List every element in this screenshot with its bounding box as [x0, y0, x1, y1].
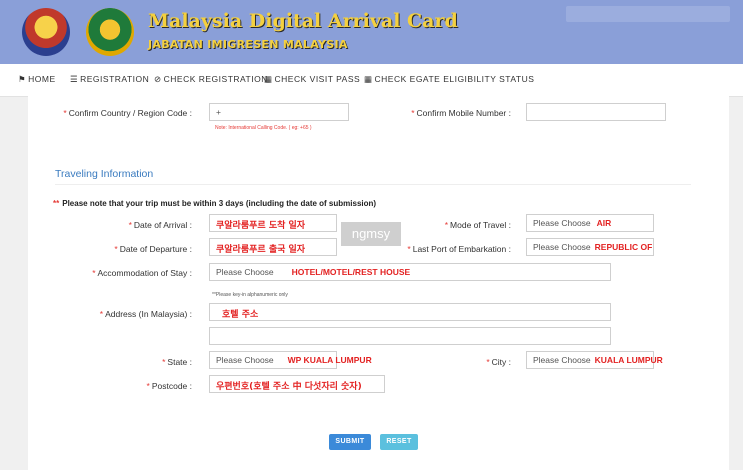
postcode-label: * Postcode : [146, 381, 192, 391]
address-label: * Address (In Malaysia) : [99, 309, 192, 319]
calendar-icon: ▦ [264, 74, 273, 84]
form-panel [28, 96, 729, 470]
port-label: * Last Port of Embarkation : [407, 244, 511, 254]
confirm-country-label: * Confirm Country / Region Code : [63, 108, 192, 118]
accommodation-label: * Accommodation of Stay : [92, 268, 192, 278]
header-search-box[interactable] [566, 6, 730, 22]
departure-date-input[interactable]: 쿠알라룸푸르 출국 일자 [209, 238, 337, 256]
city-label: * City : [486, 357, 511, 367]
calendar-icon: ▦ [364, 74, 373, 84]
site-header: Malaysia Digital Arrival Card JABATAN IM… [0, 0, 743, 64]
home-icon: ⚑ [18, 74, 27, 84]
state-label: * State : [162, 357, 192, 367]
reset-button[interactable]: RESET [380, 434, 418, 450]
departure-label: * Date of Departure : [114, 244, 192, 254]
section-title: Traveling Information [55, 168, 154, 180]
nav-registration[interactable]: ☰ REGISTRATION [70, 74, 149, 85]
trip-warning: ** Please note that your trip must be wit… [53, 199, 377, 208]
watermark: ngmsy [341, 222, 401, 246]
mode-of-travel-select[interactable]: Please Choose AIR [526, 214, 654, 232]
nav-check-egate[interactable]: ▦ CHECK EGATE ELIGIBILITY STATUS [364, 74, 534, 85]
submit-button[interactable]: SUBMIT [329, 434, 371, 450]
calling-code-note: Note: International Calling Code. ( eg: … [215, 125, 312, 131]
state-select[interactable]: Please Choose WP KUALA LUMPUR [209, 351, 372, 369]
main-nav: ⚑ HOME ☰ REGISTRATION ⊘ CHECK REGISTRATION … [0, 64, 743, 97]
address-line-2-input[interactable] [209, 327, 611, 345]
mode-label: * Mode of Travel : [444, 220, 511, 230]
city-select[interactable]: Please Choose KUALA LUMPUR [526, 351, 663, 369]
nav-home[interactable]: ⚑ HOME [18, 74, 56, 85]
confirm-mobile-input[interactable] [526, 103, 666, 121]
coat-of-arms-icon [22, 8, 70, 56]
confirm-country-input[interactable]: + [209, 103, 349, 121]
site-subtitle: JABATAN IMIGRESEN MALAYSIA [148, 38, 348, 51]
confirm-mobile-label: * Confirm Mobile Number : [411, 108, 511, 118]
nav-check-registration[interactable]: ⊘ CHECK REGISTRATION [154, 74, 268, 85]
section-divider [55, 184, 691, 185]
postcode-input[interactable]: 우편번호(호텔 주소 中 다섯자리 숫자) [209, 375, 385, 393]
port-of-embarkation-select[interactable]: Please ChooseREPUBLIC OF KOREA [526, 238, 654, 256]
arrival-date-input[interactable]: 쿠알라룸푸르 도착 일자 [209, 214, 337, 232]
address-line-1-input[interactable]: 호텔 주소 [209, 303, 611, 321]
check-circle-icon: ⊘ [154, 74, 162, 84]
accommodation-select[interactable]: Please Choose HOTEL/MOTEL/REST HOUSE [209, 263, 611, 281]
address-note: **Please key-in alphanumeric only [212, 292, 288, 298]
nav-check-visit-pass[interactable]: ▦ CHECK VISIT PASS [264, 74, 360, 85]
arrival-label: * Date of Arrival : [128, 220, 192, 230]
immigration-logo-icon [86, 8, 134, 56]
site-title: Malaysia Digital Arrival Card [148, 10, 458, 32]
list-icon: ☰ [70, 74, 79, 84]
